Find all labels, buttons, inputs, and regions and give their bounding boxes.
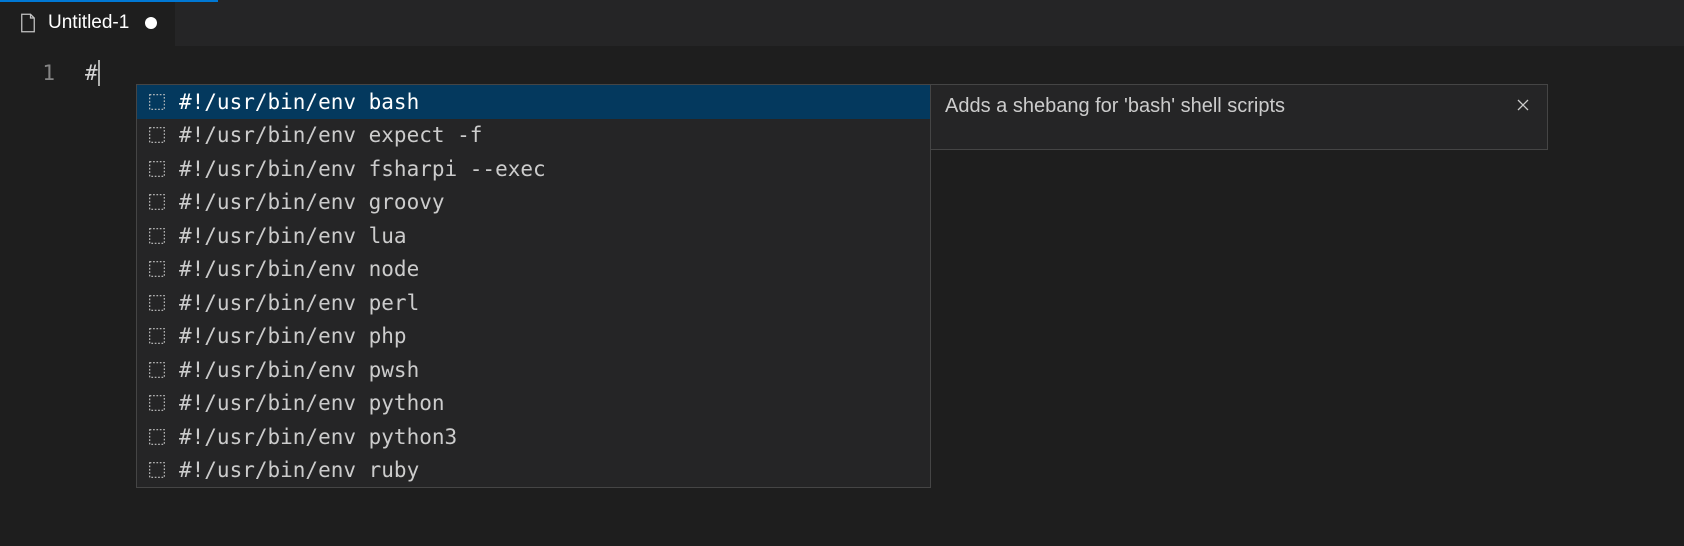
suggest-label: #!/usr/bin/env fsharpi --exec — [179, 157, 546, 181]
suggest-item[interactable]: #!/usr/bin/env ruby — [137, 454, 930, 488]
details-text: Adds a shebang for 'bash' shell scripts — [945, 95, 1513, 118]
tab-untitled[interactable]: Untitled-1 — [0, 0, 176, 46]
file-icon — [18, 13, 38, 33]
gutter: 1 — [0, 46, 85, 546]
suggest-label: #!/usr/bin/env python — [179, 391, 445, 415]
suggest-item[interactable]: #!/usr/bin/env expect -f — [137, 119, 930, 153]
suggest-label: #!/usr/bin/env node — [179, 257, 419, 281]
snippet-icon — [147, 92, 167, 112]
cursor — [98, 60, 100, 86]
suggest-item[interactable]: #!/usr/bin/env node — [137, 253, 930, 287]
suggest-widget: #!/usr/bin/env bash #!/usr/bin/env expec… — [136, 84, 1548, 488]
tab-label: Untitled-1 — [48, 12, 129, 34]
snippet-icon — [147, 159, 167, 179]
suggest-item[interactable]: #!/usr/bin/env bash — [137, 85, 930, 119]
suggest-label: #!/usr/bin/env python3 — [179, 425, 457, 449]
snippet-icon — [147, 259, 167, 279]
snippet-icon — [147, 326, 167, 346]
suggest-item[interactable]: #!/usr/bin/env groovy — [137, 186, 930, 220]
close-icon[interactable] — [1513, 95, 1533, 115]
suggest-details: Adds a shebang for 'bash' shell scripts — [931, 84, 1548, 150]
code-text: # — [85, 58, 98, 88]
suggest-label: #!/usr/bin/env php — [179, 324, 407, 348]
suggest-label: #!/usr/bin/env perl — [179, 291, 419, 315]
snippet-icon — [147, 393, 167, 413]
suggest-label: #!/usr/bin/env pwsh — [179, 358, 419, 382]
suggest-list[interactable]: #!/usr/bin/env bash #!/usr/bin/env expec… — [136, 84, 931, 488]
suggest-label: #!/usr/bin/env groovy — [179, 190, 445, 214]
suggest-item[interactable]: #!/usr/bin/env fsharpi --exec — [137, 152, 930, 186]
suggest-label: #!/usr/bin/env ruby — [179, 458, 419, 482]
suggest-label: #!/usr/bin/env bash — [179, 90, 419, 114]
snippet-icon — [147, 125, 167, 145]
snippet-icon — [147, 192, 167, 212]
suggest-item[interactable]: #!/usr/bin/env pwsh — [137, 353, 930, 387]
suggest-item[interactable]: #!/usr/bin/env php — [137, 320, 930, 354]
tab-bar: Untitled-1 — [0, 0, 1684, 46]
snippet-icon — [147, 226, 167, 246]
suggest-item[interactable]: #!/usr/bin/env lua — [137, 219, 930, 253]
suggest-item[interactable]: #!/usr/bin/env python3 — [137, 420, 930, 454]
snippet-icon — [147, 427, 167, 447]
dirty-indicator-icon — [145, 17, 157, 29]
suggest-item[interactable]: #!/usr/bin/env python — [137, 387, 930, 421]
suggest-item[interactable]: #!/usr/bin/env perl — [137, 286, 930, 320]
line-number: 1 — [0, 58, 55, 88]
suggest-label: #!/usr/bin/env expect -f — [179, 123, 482, 147]
snippet-icon — [147, 293, 167, 313]
snippet-icon — [147, 460, 167, 480]
suggest-label: #!/usr/bin/env lua — [179, 224, 407, 248]
snippet-icon — [147, 360, 167, 380]
